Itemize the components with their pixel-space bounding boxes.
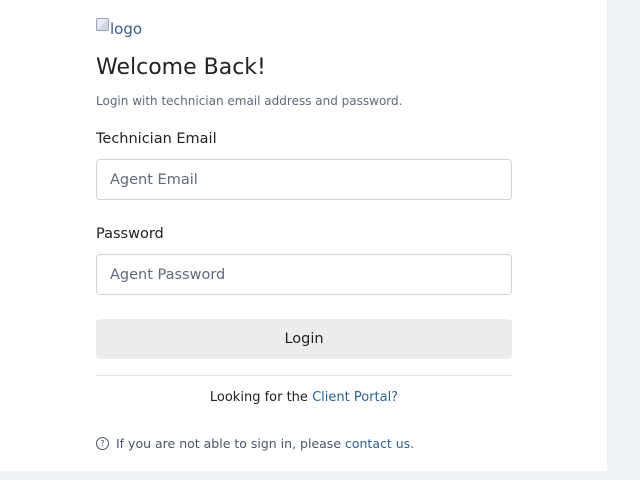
email-label: Technician Email: [96, 131, 217, 147]
question-circle-icon: ?: [96, 437, 109, 450]
login-button[interactable]: Login: [96, 319, 512, 359]
divider: [96, 375, 512, 376]
password-field[interactable]: [96, 254, 512, 295]
page-title: Welcome Back!: [96, 55, 266, 80]
help-prefix: If you are not able to sign in, please: [116, 436, 345, 451]
password-label: Password: [96, 226, 164, 242]
help-text: ? If you are not able to sign in, please…: [96, 436, 414, 451]
page-subtitle: Login with technician email address and …: [96, 94, 403, 108]
broken-image-icon: [96, 17, 109, 31]
client-portal-text: Looking for the Client Portal?: [96, 390, 512, 405]
client-portal-link[interactable]: Client Portal?: [312, 390, 398, 405]
email-field[interactable]: [96, 159, 512, 200]
logo-alt-text: logo: [110, 20, 143, 38]
login-panel: logo Welcome Back! Login with technician…: [0, 0, 607, 471]
help-suffix: .: [410, 436, 415, 451]
contact-us-link[interactable]: contact us: [345, 436, 410, 451]
client-portal-prefix: Looking for the: [209, 390, 313, 405]
logo: logo: [96, 17, 143, 40]
